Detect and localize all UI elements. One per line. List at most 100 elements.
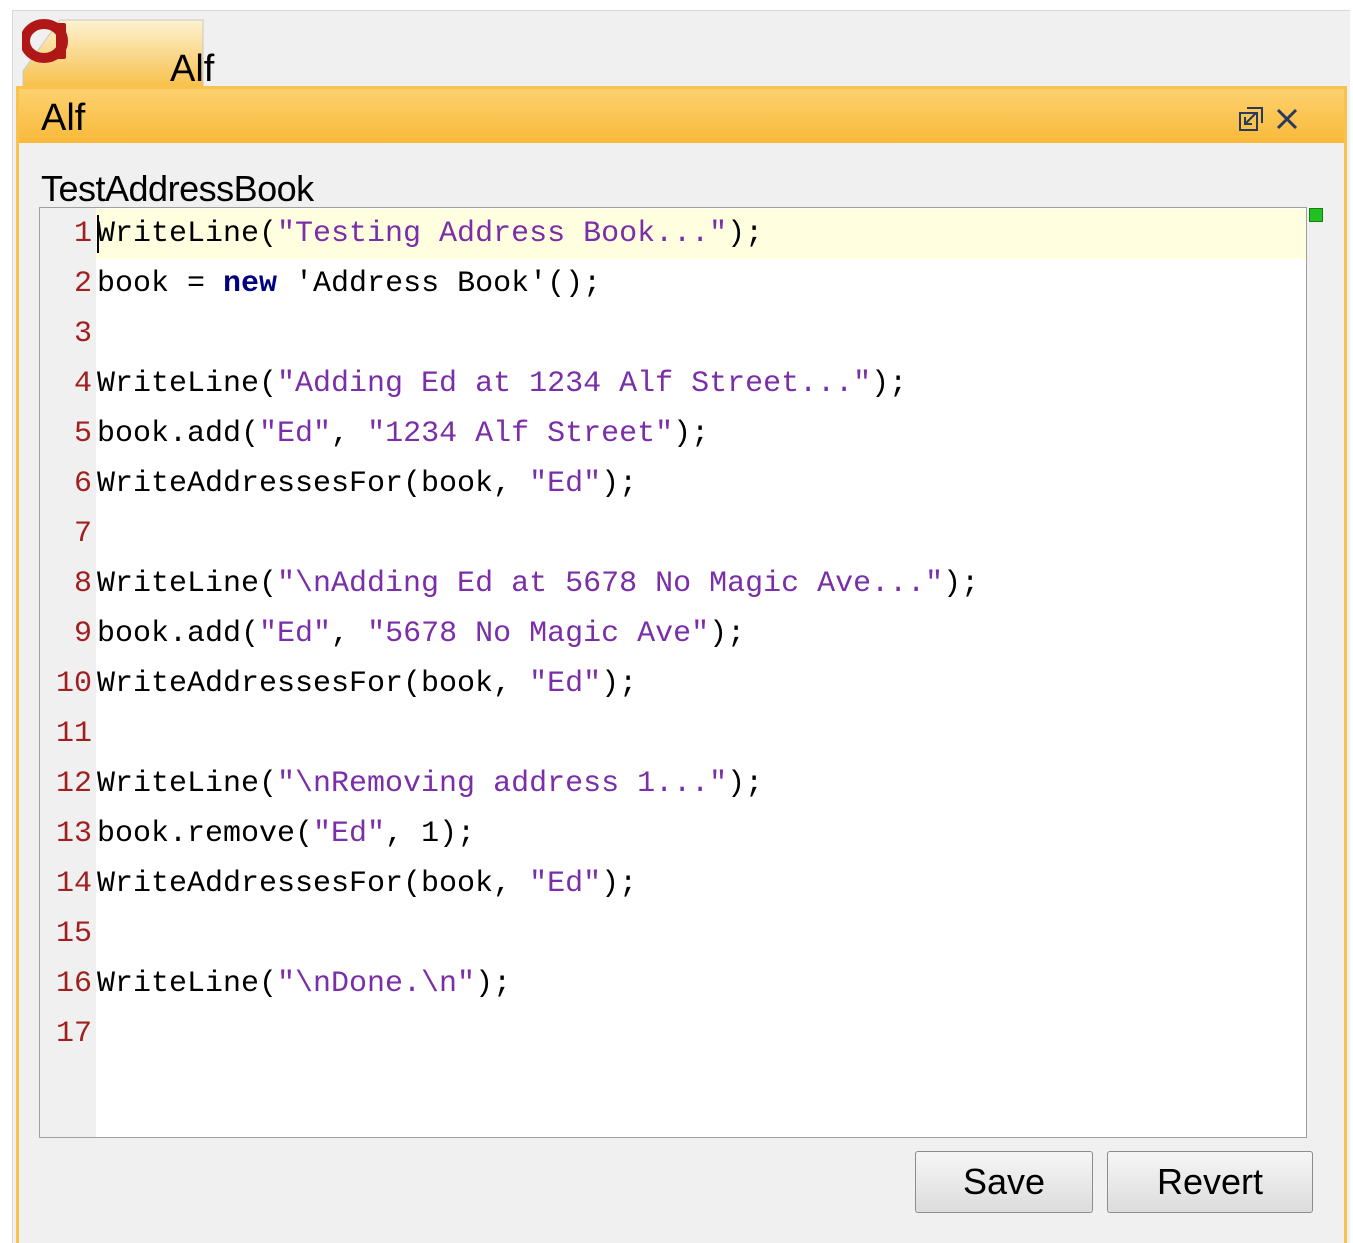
code-text: book.remove("Ed", 1); — [97, 809, 475, 859]
code-token: ); — [709, 617, 746, 651]
code-line[interactable]: 4 WriteLine("Adding Ed at 1234 Alf Street… — [40, 359, 1306, 409]
line-number: 4 — [73, 367, 92, 401]
alf-logo-icon — [22, 19, 68, 63]
string-token: "Ed" — [529, 667, 602, 701]
code-token: WriteLine( — [97, 967, 278, 1001]
code-text: WriteLine("Adding Ed at 1234 Alf Street.… — [97, 359, 907, 409]
restore-window-icon[interactable] — [1237, 105, 1265, 133]
string-token: "5678 No Magic Ave" — [367, 617, 710, 651]
code-token: WriteLine( — [97, 367, 278, 401]
code-token: WriteAddressesFor(book, — [97, 667, 530, 701]
line-number: 6 — [73, 467, 92, 501]
code-text: WriteAddressesFor(book, "Ed"); — [97, 859, 637, 909]
code-line[interactable]: 9 book.add("Ed", "5678 No Magic Ave"); — [40, 609, 1306, 659]
code-token: ); — [601, 467, 638, 501]
string-token: "\nRemoving address 1..." — [277, 767, 728, 801]
string-token: "1234 Alf Street" — [367, 417, 674, 451]
code-text: WriteLine("\nRemoving address 1..."); — [97, 759, 763, 809]
line-number: 16 — [55, 967, 92, 1001]
code-token: , 1); — [385, 817, 476, 851]
panel-title: Alf — [41, 97, 86, 139]
line-number: 14 — [55, 867, 92, 901]
string-token: "Adding Ed at 1234 Alf Street..." — [277, 367, 872, 401]
line-number: 12 — [55, 767, 92, 801]
code-line[interactable]: 17 — [40, 1009, 1306, 1059]
code-line[interactable]: 2 book = new 'Address Book'(); — [40, 259, 1306, 309]
code-line[interactable]: 12 WriteLine("\nRemoving address 1..."); — [40, 759, 1306, 809]
code-line[interactable]: 7 — [40, 509, 1306, 559]
code-token: , — [331, 417, 368, 451]
code-line[interactable]: 11 — [40, 709, 1306, 759]
string-token: "\nDone.\n" — [277, 967, 476, 1001]
string-token: "\nAdding Ed at 5678 No Magic Ave..." — [277, 567, 944, 601]
revert-button[interactable]: Revert — [1107, 1151, 1313, 1213]
code-line[interactable]: 3 — [40, 309, 1306, 359]
line-number: 5 — [73, 417, 92, 451]
line-number: 15 — [55, 917, 92, 951]
code-token: 'Address Book'(); — [277, 267, 602, 301]
code-line[interactable]: 16 WriteLine("\nDone.\n"); — [40, 959, 1306, 1009]
keyword-token: new — [223, 267, 278, 301]
code-text: WriteAddressesFor(book, "Ed"); — [97, 659, 637, 709]
string-token: "Ed" — [259, 417, 332, 451]
code-line[interactable]: 14 WriteAddressesFor(book, "Ed"); — [40, 859, 1306, 909]
code-token: WriteLine( — [97, 767, 278, 801]
tab-alf[interactable]: Alf — [22, 19, 214, 90]
code-token: ); — [601, 667, 638, 701]
code-token: WriteLine( — [97, 217, 278, 251]
code-text: WriteLine("\nDone.\n"); — [97, 959, 511, 1009]
string-token: "Ed" — [529, 867, 602, 901]
code-token: book.add( — [97, 417, 260, 451]
code-token: book = — [97, 267, 224, 301]
code-token: ); — [673, 417, 710, 451]
panel-header: Alf — [19, 89, 1344, 143]
line-number: 10 — [55, 667, 92, 701]
code-text: book = new 'Address Book'(); — [97, 259, 601, 309]
line-number: 13 — [55, 817, 92, 851]
code-token: ); — [871, 367, 908, 401]
code-token: WriteAddressesFor(book, — [97, 467, 530, 501]
code-token: book.remove( — [97, 817, 314, 851]
code-token: WriteLine( — [97, 567, 278, 601]
line-number: 7 — [73, 517, 92, 551]
line-number: 1 — [40, 209, 96, 259]
code-token: ); — [943, 567, 980, 601]
code-text: book.add("Ed", "5678 No Magic Ave"); — [97, 609, 745, 659]
code-text: WriteLine("Testing Address Book..."); — [97, 209, 763, 259]
line-number: 3 — [73, 317, 92, 351]
code-line[interactable]: 10 WriteAddressesFor(book, "Ed"); — [40, 659, 1306, 709]
close-icon[interactable] — [1273, 105, 1301, 133]
tab-label: Alf — [170, 48, 215, 90]
code-token: ); — [727, 767, 764, 801]
text-caret — [97, 215, 99, 253]
line-number: 11 — [55, 717, 92, 751]
code-editor[interactable]: 1 WriteLine("Testing Address Book..."); 2 b… — [39, 207, 1307, 1138]
line-number: 17 — [55, 1017, 92, 1051]
code-text: WriteAddressesFor(book, "Ed"); — [97, 459, 637, 509]
code-line[interactable]: 5 book.add("Ed", "1234 Alf Street"); — [40, 409, 1306, 459]
status-marker-icon — [1309, 208, 1323, 222]
line-number: 9 — [73, 617, 92, 651]
line-number: 2 — [73, 267, 92, 301]
code-token: book.add( — [97, 617, 260, 651]
code-token: ); — [601, 867, 638, 901]
save-button[interactable]: Save — [915, 1151, 1093, 1213]
code-line[interactable]: 1 WriteLine("Testing Address Book..."); — [40, 209, 1306, 259]
code-text: book.add("Ed", "1234 Alf Street"); — [97, 409, 709, 459]
code-line[interactable]: 8 WriteLine("\nAdding Ed at 5678 No Magic… — [40, 559, 1306, 609]
code-line[interactable]: 15 — [40, 909, 1306, 959]
string-token: "Ed" — [313, 817, 386, 851]
code-line[interactable]: 13 book.remove("Ed", 1); — [40, 809, 1306, 859]
string-token: "Ed" — [259, 617, 332, 651]
string-token: "Ed" — [529, 467, 602, 501]
line-number: 8 — [73, 567, 92, 601]
code-token: ); — [475, 967, 512, 1001]
code-token: ); — [727, 217, 764, 251]
string-token: "Testing Address Book..." — [277, 217, 728, 251]
code-token: WriteAddressesFor(book, — [97, 867, 530, 901]
code-text: WriteLine("\nAdding Ed at 5678 No Magic … — [97, 559, 979, 609]
code-token: , — [331, 617, 368, 651]
alf-panel: Alf TestAddressBook 1 WriteLine("Testing … — [16, 86, 1347, 1243]
editor-label: TestAddressBook — [41, 168, 314, 209]
code-line[interactable]: 6 WriteAddressesFor(book, "Ed"); — [40, 459, 1306, 509]
